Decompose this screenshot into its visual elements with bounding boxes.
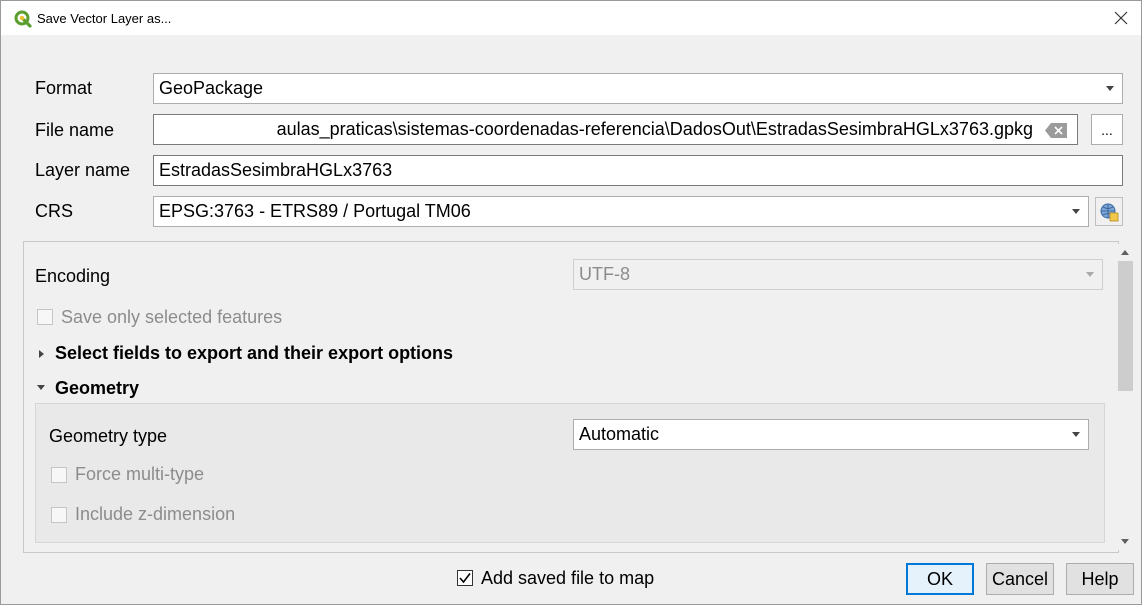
layername-input[interactable]: EstradasSesimbraHGLx3763 — [153, 155, 1123, 186]
ok-button[interactable]: OK — [906, 563, 974, 595]
help-button[interactable]: Help — [1066, 563, 1134, 595]
format-value: GeoPackage — [159, 78, 264, 98]
qgis-icon — [14, 10, 32, 28]
save-selected-checkbox[interactable] — [37, 309, 53, 325]
filename-value: aulas_praticas\sistemas-coordenadas-refe… — [276, 119, 1033, 139]
save-vector-layer-dialog: Save Vector Layer as... Format GeoPackag… — [0, 0, 1142, 605]
clear-icon[interactable] — [1045, 123, 1067, 138]
encoding-select[interactable]: UTF-8 — [573, 259, 1103, 290]
crs-value: EPSG:3763 - ETRS89 / Portugal TM06 — [159, 201, 471, 221]
expand-right-icon[interactable] — [39, 350, 44, 358]
format-label: Format — [35, 78, 93, 98]
chevron-down-icon — [1072, 432, 1080, 437]
scroll-down-icon[interactable] — [1121, 539, 1129, 544]
chevron-down-icon — [1086, 272, 1094, 277]
add-to-map-checkbox[interactable] — [457, 570, 473, 586]
geometry-type-value: Automatic — [579, 424, 660, 444]
cancel-button[interactable]: Cancel — [986, 563, 1054, 595]
chevron-down-icon — [1072, 209, 1080, 214]
force-multi-checkbox[interactable] — [51, 467, 67, 483]
encoding-value: UTF-8 — [579, 264, 630, 284]
filename-label: File name — [35, 120, 115, 140]
scroll-up-icon[interactable] — [1121, 250, 1129, 255]
collapse-down-icon[interactable] — [37, 385, 45, 390]
geometry-type-select[interactable]: Automatic — [573, 419, 1089, 450]
chevron-down-icon — [1106, 86, 1114, 91]
encoding-label: Encoding — [35, 266, 111, 286]
add-to-map-label: Add saved file to map — [481, 568, 655, 588]
geometry-section-header[interactable]: Geometry — [55, 378, 139, 399]
checkmark-icon — [459, 573, 471, 584]
window-title: Save Vector Layer as... — [37, 11, 172, 26]
format-select[interactable]: GeoPackage — [153, 73, 1123, 104]
force-multi-label: Force multi-type — [75, 464, 205, 484]
filename-input[interactable]: aulas_praticas\sistemas-coordenadas-refe… — [153, 114, 1078, 145]
crs-select[interactable]: EPSG:3763 - ETRS89 / Portugal TM06 — [153, 196, 1089, 227]
scroll-thumb[interactable] — [1118, 261, 1133, 391]
layername-label: Layer name — [35, 160, 131, 180]
close-button[interactable] — [1103, 1, 1139, 35]
include-z-label: Include z-dimension — [75, 504, 236, 524]
select-crs-button[interactable] — [1095, 197, 1123, 226]
options-scrollbar[interactable] — [1117, 244, 1134, 550]
geometry-type-label: Geometry type — [49, 426, 168, 446]
fields-section-header[interactable]: Select fields to export and their export… — [55, 343, 453, 364]
include-z-checkbox[interactable] — [51, 507, 67, 523]
layername-value: EstradasSesimbraHGLx3763 — [159, 160, 393, 180]
crs-label: CRS — [35, 201, 74, 221]
save-selected-label: Save only selected features — [61, 307, 283, 327]
browse-button[interactable]: ... — [1091, 114, 1123, 145]
title-bar: Save Vector Layer as... — [1, 1, 1141, 35]
close-icon — [1114, 11, 1128, 25]
globe-crs-icon — [1100, 203, 1119, 221]
